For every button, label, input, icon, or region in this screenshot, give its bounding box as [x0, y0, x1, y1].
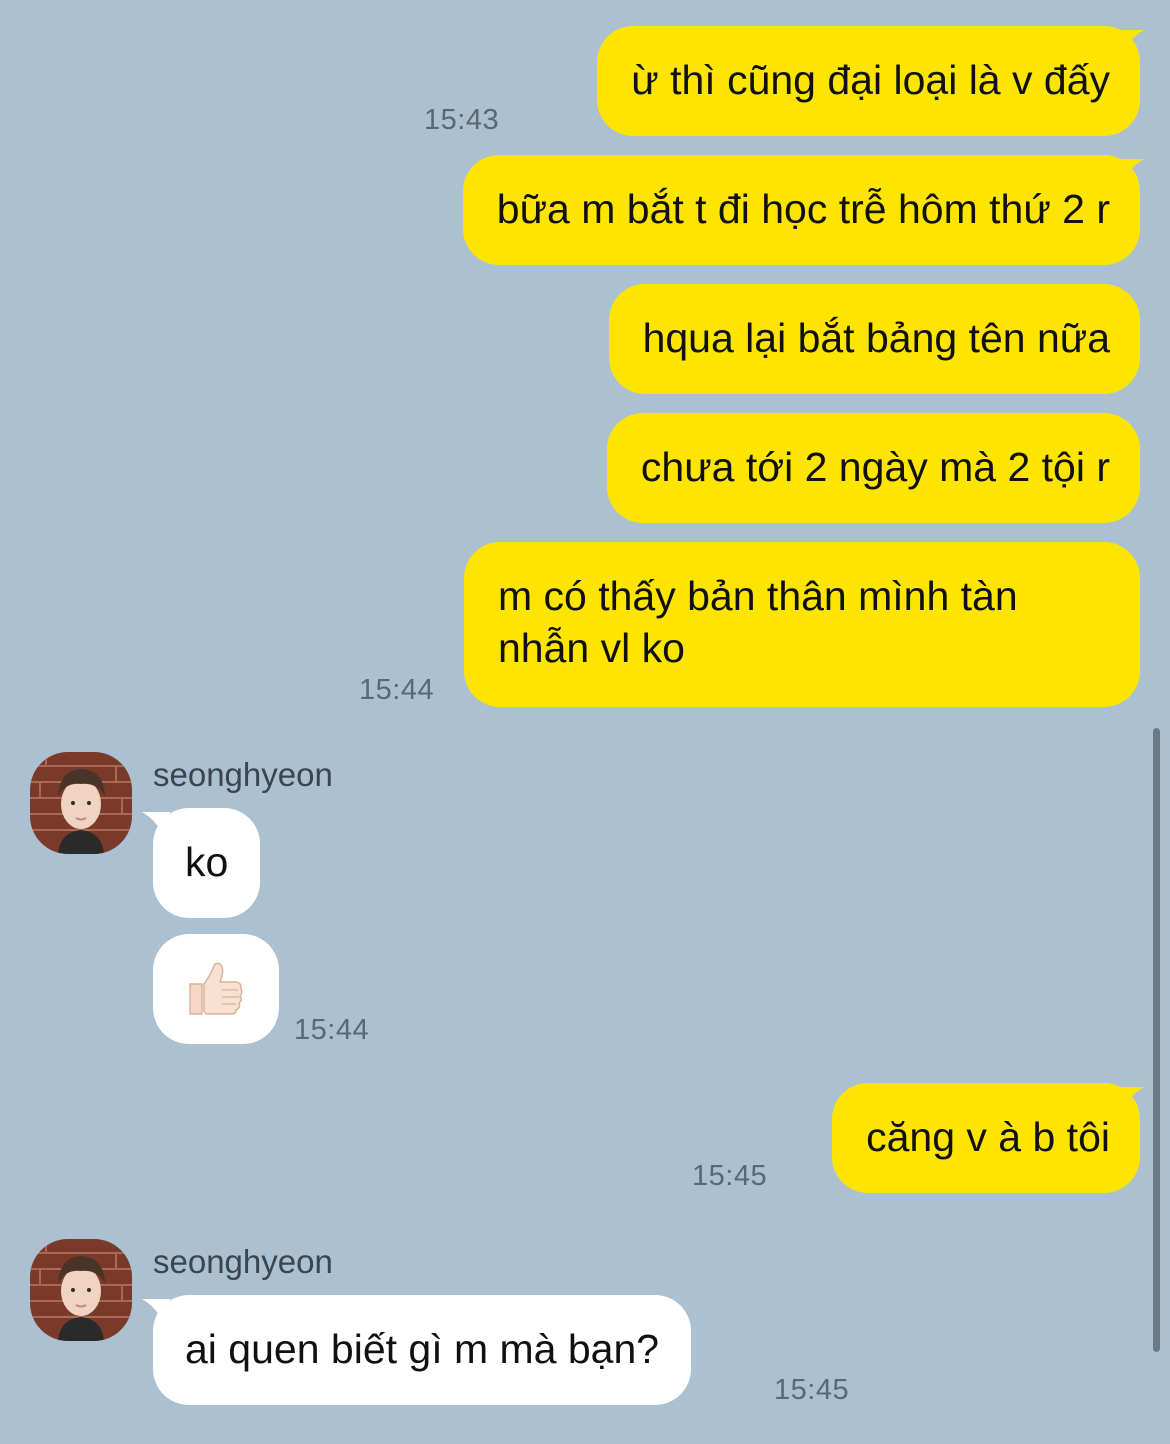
avatar-photo-icon — [30, 752, 132, 854]
bubble-tail — [1116, 30, 1144, 52]
message-bubble[interactable]: chưa tới 2 ngày mà 2 tội r — [606, 413, 1140, 523]
message-time: 15:43 — [424, 104, 500, 136]
message-time: 15:44 — [359, 674, 435, 706]
chat-area[interactable]: 15:43 ừ thì cũng đại loại là v đấy bữa m… — [0, 0, 1170, 1444]
bubble-tail — [1116, 1087, 1144, 1109]
avatar[interactable] — [30, 752, 132, 854]
message-time: 15:45 — [692, 1160, 768, 1192]
message-time: 15:45 — [774, 1374, 850, 1406]
sticker-bubble[interactable] — [153, 934, 279, 1044]
thumbs-up-icon — [189, 962, 243, 1015]
message-bubble[interactable]: ai quen biết gì m mà bạn? — [153, 1295, 692, 1405]
message-bubble[interactable]: m có thấy bản thân mình tàn nhẫn vl ko — [464, 542, 1140, 707]
message-bubble[interactable]: bữa m bắt t đi học trễ hôm thứ 2 r — [462, 155, 1140, 265]
message-bubble[interactable]: ko — [153, 808, 261, 918]
sender-name: seonghyeon — [153, 1243, 333, 1280]
avatar[interactable] — [30, 1239, 132, 1341]
sender-name: seonghyeon — [153, 756, 333, 793]
avatar-photo-icon — [30, 1239, 132, 1341]
message-bubble[interactable]: căng v à b tôi — [832, 1083, 1140, 1193]
scrollbar[interactable] — [1153, 728, 1160, 1352]
message-time: 15:44 — [294, 1014, 370, 1046]
message-bubble[interactable]: ừ thì cũng đại loại là v đấy — [597, 26, 1140, 136]
message-bubble[interactable]: hqua lại bắt bảng tên nữa — [608, 284, 1140, 394]
bubble-tail — [1116, 159, 1144, 181]
